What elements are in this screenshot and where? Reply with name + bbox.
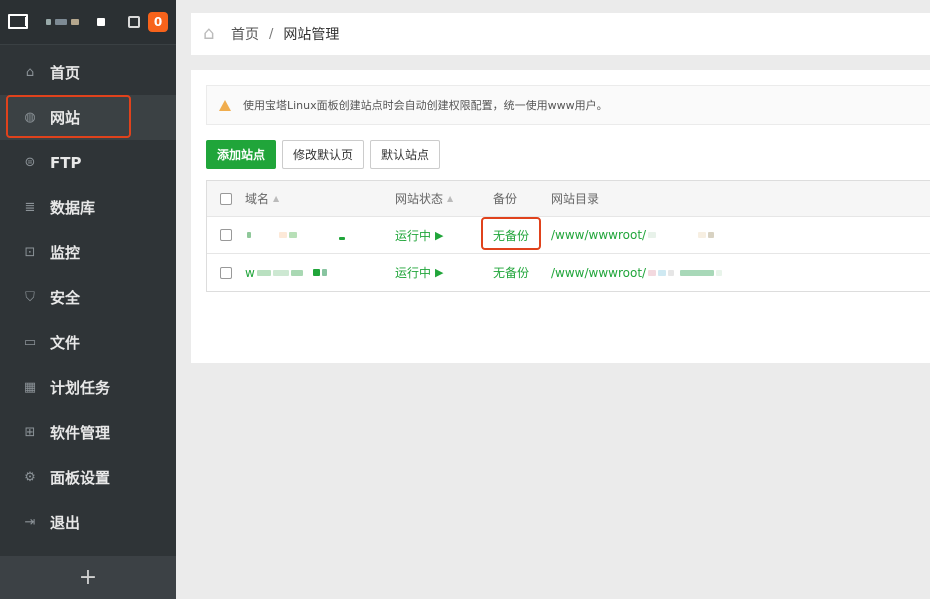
- site-domain-redacted[interactable]: [245, 231, 395, 240]
- apps-grid-icon: ⊞: [24, 425, 36, 440]
- column-label: 网站状态: [395, 192, 444, 206]
- site-panel: 使用宝塔Linux面板创建站点时会自动创建权限配置，统一使用www用户。 添加站…: [191, 70, 930, 363]
- plus-icon: +: [78, 565, 98, 590]
- table-row: 运行中 ▶ 无备份 /www/wwwroot/: [207, 216, 930, 254]
- edit-default-page-button[interactable]: 修改默认页: [282, 140, 365, 169]
- column-label: 备份: [493, 192, 518, 206]
- backup-cell[interactable]: 无备份: [493, 264, 551, 281]
- status-text: 运行中: [395, 228, 432, 243]
- site-table: 域名 ▲ 网站状态 ▲ 备份 网站目录 运行中 ▶ 无备份 /www/wwwro…: [206, 180, 930, 292]
- site-status[interactable]: 运行中 ▶: [395, 264, 493, 281]
- logout-icon: ⇥: [24, 515, 36, 530]
- sort-icon: ▲: [273, 194, 280, 203]
- calendar-icon: ▦: [23, 380, 37, 395]
- breadcrumb-separator: /: [269, 26, 274, 42]
- info-alert: 使用宝塔Linux面板创建站点时会自动创建权限配置，统一使用www用户。: [206, 85, 930, 125]
- sidebar: 0 ⌂ 首页 ◍ 网站 ⊜ FTP ≣ 数据库 ⊡ 监控 ⛉ 安全 ▭ 文件 ▦…: [0, 0, 176, 599]
- column-backup: 备份: [493, 190, 551, 207]
- sidebar-item-label: 软件管理: [50, 424, 111, 442]
- sidebar-header: 0: [0, 0, 176, 45]
- column-label: 网站目录: [551, 192, 600, 206]
- sidebar-item-label: 数据库: [50, 199, 96, 217]
- sidebar-item-label: 计划任务: [50, 379, 111, 397]
- sidebar-item-label: 退出: [50, 514, 81, 532]
- sidebar-nav: ⌂ 首页 ◍ 网站 ⊜ FTP ≣ 数据库 ⊡ 监控 ⛉ 安全 ▭ 文件 ▦ 计…: [0, 45, 176, 545]
- shield-icon: ⛉: [25, 290, 35, 305]
- site-path[interactable]: /www/wwwroot/: [551, 266, 930, 280]
- add-site-button[interactable]: 添加站点: [206, 140, 277, 169]
- database-icon: ≣: [24, 200, 36, 215]
- play-icon: ▶: [435, 228, 444, 242]
- monitor-chart-icon: ⊡: [24, 245, 36, 260]
- highlight-box: [6, 95, 131, 138]
- sidebar-item-label: 面板设置: [50, 469, 111, 487]
- breadcrumb-current: 网站管理: [283, 27, 340, 43]
- status-text: 运行中: [395, 266, 432, 280]
- sidebar-item-label: 首页: [50, 64, 81, 82]
- alert-text: 使用宝塔Linux面板创建站点时会自动创建权限配置，统一使用www用户。: [243, 99, 608, 112]
- default-site-button[interactable]: 默认站点: [370, 140, 441, 169]
- warning-icon: [219, 99, 231, 111]
- home-icon: ⌂: [25, 65, 35, 80]
- sidebar-item-database[interactable]: ≣ 数据库: [0, 185, 176, 230]
- column-label: 域名: [245, 192, 270, 206]
- sidebar-item-logout[interactable]: ⇥ 退出: [0, 500, 176, 545]
- column-domain[interactable]: 域名 ▲: [245, 190, 395, 207]
- server-monitor-icon: [8, 14, 28, 30]
- play-icon: ▶: [435, 266, 444, 279]
- sidebar-item-home[interactable]: ⌂ 首页: [0, 50, 176, 95]
- column-path: 网站目录: [551, 190, 930, 207]
- site-status[interactable]: 运行中 ▶: [395, 227, 493, 244]
- sidebar-item-cron[interactable]: ▦ 计划任务: [0, 365, 176, 410]
- sidebar-item-monitor[interactable]: ⊡ 监控: [0, 230, 176, 275]
- server-hostname-redacted: [46, 18, 105, 26]
- home-icon[interactable]: ⌂: [203, 24, 223, 44]
- path-text: /www/wwwroot/: [551, 228, 647, 242]
- sidebar-item-software[interactable]: ⊞ 软件管理: [0, 410, 176, 455]
- ftp-icon: ⊜: [24, 155, 36, 170]
- row-checkbox[interactable]: [220, 266, 232, 279]
- sidebar-add-button[interactable]: +: [0, 556, 176, 599]
- sidebar-item-label: 文件: [50, 334, 81, 352]
- column-status[interactable]: 网站状态 ▲: [395, 190, 493, 207]
- site-path[interactable]: /www/wwwroot/: [551, 228, 930, 242]
- gear-icon: ⚙: [24, 470, 36, 485]
- sidebar-item-label: FTP: [50, 153, 82, 172]
- table-row: w 运行中 ▶ 无备份 /www/wwwroot/: [207, 254, 930, 291]
- sidebar-item-security[interactable]: ⛉ 安全: [0, 275, 176, 320]
- sidebar-item-settings[interactable]: ⚙ 面板设置: [0, 455, 176, 500]
- breadcrumb: ⌂ 首页 / 网站管理: [191, 13, 930, 55]
- sidebar-item-ftp[interactable]: ⊜ FTP: [0, 140, 176, 185]
- sidebar-item-label: 监控: [50, 244, 81, 262]
- row-checkbox[interactable]: [220, 229, 232, 241]
- sort-icon: ▲: [447, 194, 454, 203]
- toolbar: 添加站点 修改默认页 默认站点: [206, 140, 441, 169]
- path-text: /www/wwwroot/: [551, 265, 647, 280]
- domain-text: w: [245, 265, 255, 280]
- message-icon[interactable]: [128, 16, 140, 28]
- folder-icon: ▭: [23, 335, 37, 350]
- sidebar-item-website[interactable]: ◍ 网站: [0, 95, 176, 140]
- table-header: 域名 ▲ 网站状态 ▲ 备份 网站目录: [207, 181, 930, 217]
- select-all-checkbox[interactable]: [220, 192, 232, 205]
- highlight-box: [481, 216, 541, 250]
- sidebar-item-files[interactable]: ▭ 文件: [0, 320, 176, 365]
- backup-status: 无备份: [493, 266, 530, 280]
- sidebar-item-label: 安全: [50, 289, 81, 307]
- notification-badge[interactable]: 0: [148, 12, 168, 32]
- breadcrumb-home[interactable]: 首页: [231, 24, 259, 44]
- backup-cell[interactable]: 无备份: [481, 216, 551, 250]
- site-domain-redacted[interactable]: w: [245, 266, 395, 280]
